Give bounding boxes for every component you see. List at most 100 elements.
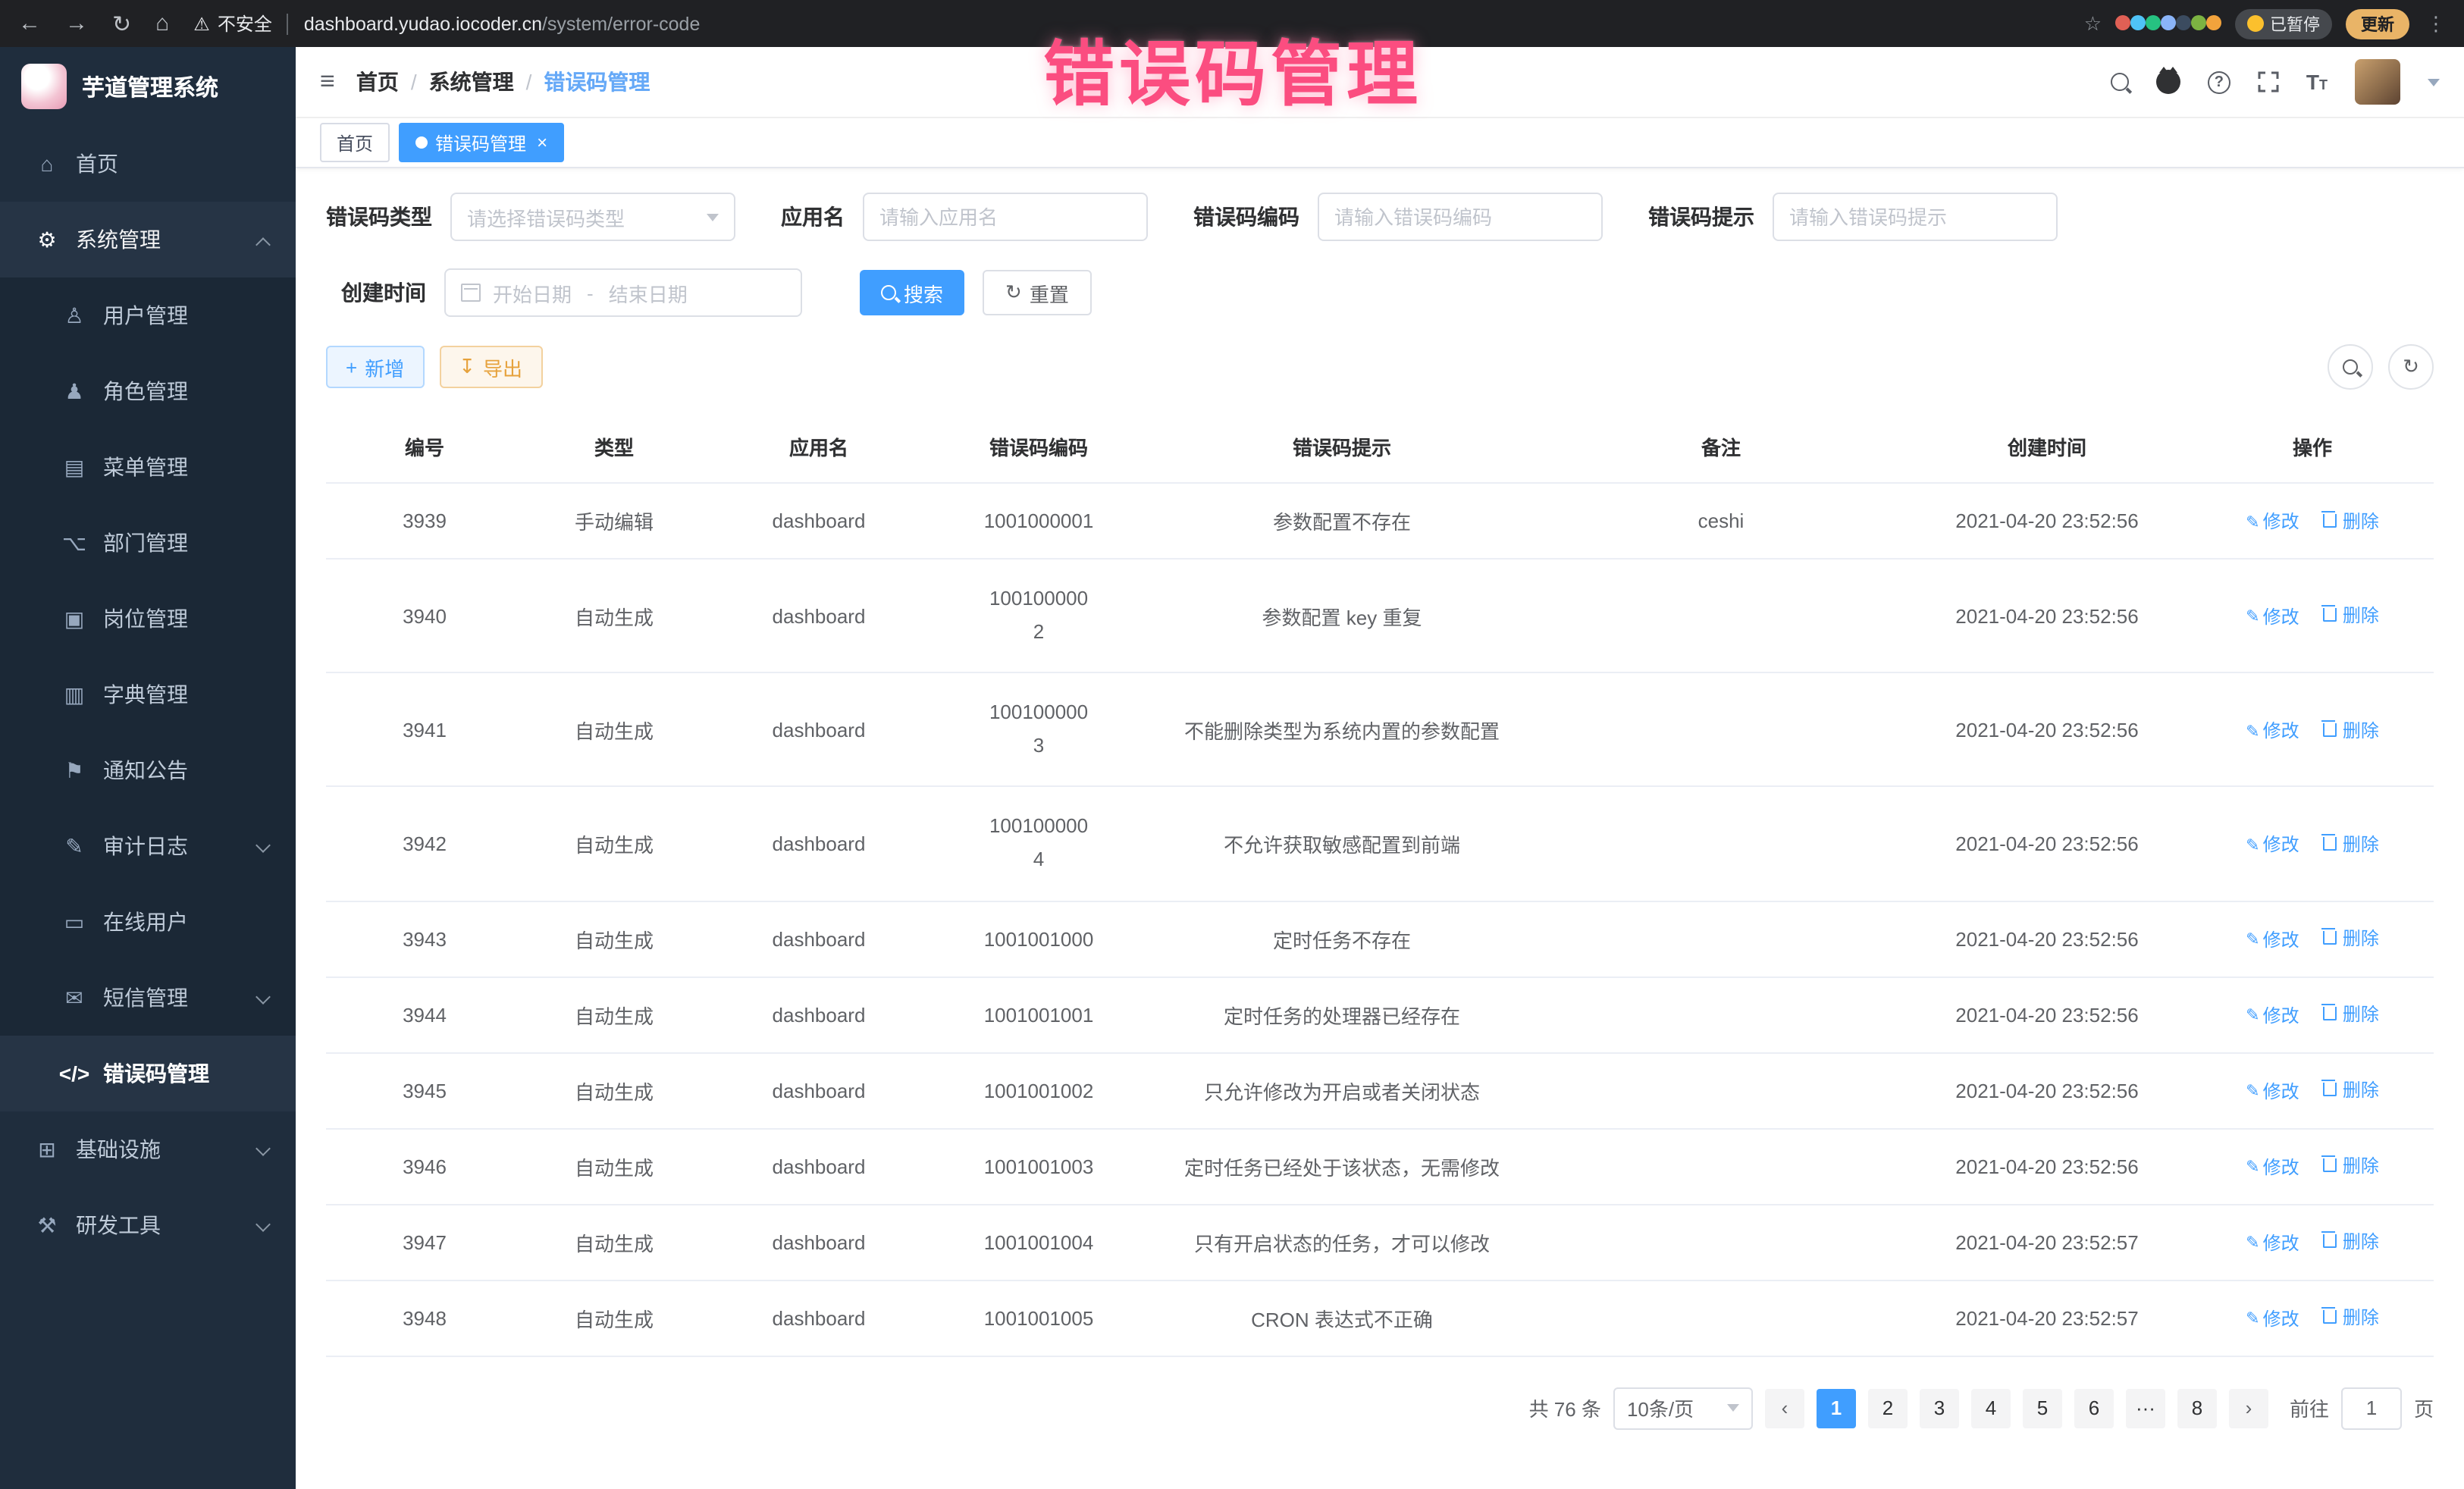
home-icon[interactable]: ⌂	[155, 11, 169, 36]
cell-actions: 修改 删除	[2191, 976, 2434, 1052]
edit-link[interactable]: 修改	[2246, 1078, 2299, 1104]
security-status[interactable]: ⚠ 不安全	[193, 11, 272, 36]
sidebar-item[interactable]: ♟ 角色管理	[0, 353, 296, 429]
reset-button[interactable]: ↻ 重置	[983, 270, 1092, 315]
page-button[interactable]: 2	[1868, 1388, 1908, 1428]
error-hint-input[interactable]	[1773, 193, 2058, 241]
cell-id: 3940	[326, 559, 523, 672]
trash-icon	[2323, 1159, 2337, 1173]
sidebar-item[interactable]: ▤ 菜单管理	[0, 429, 296, 505]
sidebar-item[interactable]: ⚑ 通知公告	[0, 732, 296, 808]
address-bar[interactable]: dashboard.yudao.iocoder.cn/system/error-…	[304, 13, 2084, 34]
sidebar-item[interactable]: ⌥ 部门管理	[0, 505, 296, 581]
pencil-icon	[2246, 511, 2259, 532]
add-button[interactable]: + 新增	[326, 346, 424, 388]
extension-icon[interactable]	[2130, 14, 2146, 30]
browser-menu-icon[interactable]: ⋮	[2426, 11, 2446, 36]
delete-link[interactable]: 删除	[2323, 1305, 2379, 1331]
close-icon[interactable]: ×	[537, 132, 547, 153]
edit-link[interactable]: 修改	[2246, 1306, 2299, 1331]
edit-link[interactable]: 修改	[2246, 926, 2299, 952]
extension-icon[interactable]	[2146, 14, 2161, 30]
forward-icon[interactable]: →	[65, 11, 88, 36]
export-button[interactable]: ↧ 导出	[439, 346, 542, 388]
menu-fold-icon[interactable]: ≡	[320, 67, 335, 97]
avatar[interactable]	[2355, 59, 2400, 105]
show-search-button[interactable]	[2328, 344, 2373, 390]
error-type-select[interactable]: 请选择错误码类型	[450, 193, 735, 241]
update-button[interactable]: 更新	[2346, 8, 2409, 39]
search-button[interactable]: 搜索	[860, 270, 964, 315]
page-button[interactable]: 5	[2023, 1388, 2062, 1428]
edit-link[interactable]: 修改	[2246, 831, 2299, 857]
sidebar-item[interactable]: ✎ 审计日志	[0, 808, 296, 884]
next-page-button[interactable]: ›	[2229, 1388, 2268, 1428]
bookmark-star-icon[interactable]: ☆	[2084, 11, 2102, 36]
tab[interactable]: 错误码管理 ×	[399, 123, 564, 162]
pencil-icon	[2246, 1232, 2259, 1253]
delete-link[interactable]: 删除	[2323, 508, 2379, 534]
refresh-button[interactable]: ↻	[2388, 344, 2434, 390]
sidebar-item[interactable]: ⌂ 首页	[0, 126, 296, 202]
prev-page-button[interactable]: ‹	[1765, 1388, 1804, 1428]
edit-link[interactable]: 修改	[2246, 717, 2299, 743]
github-icon[interactable]	[2156, 70, 2180, 94]
error-code-input[interactable]	[1318, 193, 1603, 241]
extension-icon[interactable]	[2161, 14, 2176, 30]
page-button[interactable]: 4	[1971, 1388, 2011, 1428]
edit-link[interactable]: 修改	[2246, 1002, 2299, 1028]
search-icon[interactable]	[2111, 73, 2129, 91]
delete-link[interactable]: 删除	[2323, 603, 2379, 629]
sidebar-item[interactable]: ▣ 岗位管理	[0, 581, 296, 657]
menu-icon: ▤	[58, 454, 91, 480]
sidebar-item[interactable]: ▥ 字典管理	[0, 657, 296, 732]
url-host: dashboard.yudao.iocoder.cn	[304, 13, 542, 34]
extension-icon[interactable]	[2191, 14, 2206, 30]
chevron-down-icon[interactable]	[2428, 78, 2440, 86]
help-icon[interactable]: ?	[2208, 71, 2230, 93]
edit-link[interactable]: 修改	[2246, 1154, 2299, 1180]
delete-link[interactable]: 删除	[2323, 716, 2379, 742]
font-size-icon[interactable]: TT	[2306, 70, 2328, 94]
sidebar-item[interactable]: </> 错误码管理	[0, 1036, 296, 1111]
page-size-select[interactable]: 10条/页	[1613, 1387, 1753, 1429]
app-logo-row[interactable]: 芋道管理系统	[0, 47, 296, 126]
breadcrumb-item[interactable]: 系统管理	[429, 67, 514, 97]
extension-icon[interactable]	[2206, 14, 2221, 30]
page-button[interactable]: 8	[2177, 1388, 2217, 1428]
app-name-input[interactable]	[863, 193, 1148, 241]
filter-label: 错误码类型	[326, 202, 432, 232]
paused-badge[interactable]: 已暂停	[2235, 8, 2332, 39]
extension-icon[interactable]	[2176, 14, 2191, 30]
page-button[interactable]: 6	[2074, 1388, 2114, 1428]
sidebar-item[interactable]: ⊞ 基础设施	[0, 1111, 296, 1187]
extensions-area	[2115, 10, 2221, 37]
goto-page-input[interactable]	[2341, 1387, 2402, 1429]
cell-time: 2021-04-20 23:52:56	[1903, 787, 2191, 901]
extension-icon[interactable]	[2115, 14, 2130, 30]
delete-link[interactable]: 删除	[2323, 1229, 2379, 1255]
delete-link[interactable]: 删除	[2323, 1153, 2379, 1179]
sidebar-item[interactable]: ⚙ 系统管理	[0, 202, 296, 277]
page-button[interactable]: ···	[2126, 1388, 2165, 1428]
sidebar-item[interactable]: ♙ 用户管理	[0, 277, 296, 353]
delete-link[interactable]: 删除	[2323, 926, 2379, 951]
sidebar-item-label: 基础设施	[76, 1134, 161, 1165]
page-button[interactable]: 3	[1920, 1388, 1959, 1428]
reload-icon[interactable]: ↻	[112, 10, 131, 37]
date-range-picker[interactable]: 开始日期 - 结束日期	[444, 268, 802, 317]
edit-link[interactable]: 修改	[2246, 509, 2299, 534]
edit-link[interactable]: 修改	[2246, 603, 2299, 629]
back-icon[interactable]: ←	[18, 11, 41, 36]
sidebar-item[interactable]: ⚒ 研发工具	[0, 1187, 296, 1263]
breadcrumb-item[interactable]: 首页	[356, 67, 399, 97]
fullscreen-icon[interactable]	[2258, 71, 2279, 92]
sidebar-item[interactable]: ✉ 短信管理	[0, 960, 296, 1036]
page-button[interactable]: 1	[1817, 1388, 1856, 1428]
delete-link[interactable]: 删除	[2323, 830, 2379, 856]
tab[interactable]: 首页 ×	[320, 123, 390, 162]
sidebar-item[interactable]: ▭ 在线用户	[0, 884, 296, 960]
delete-link[interactable]: 删除	[2323, 1077, 2379, 1103]
delete-link[interactable]: 删除	[2323, 1002, 2379, 1027]
edit-link[interactable]: 修改	[2246, 1230, 2299, 1255]
